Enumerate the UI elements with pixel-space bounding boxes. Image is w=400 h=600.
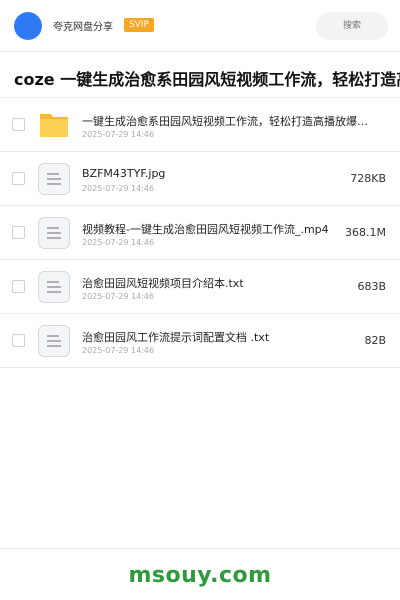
svip-badge: SVIP <box>124 18 154 32</box>
item-date: 2025-07-29 14:46 <box>82 238 155 247</box>
item-name: 治愈田园风工作流提示词配置文档 .txt <box>82 331 270 344</box>
item-date: 2025-07-29 14:46 <box>82 346 155 355</box>
folder-icon <box>38 109 70 141</box>
item-name: BZFM43TYF.jpg <box>82 167 166 180</box>
row-checkbox[interactable] <box>12 334 25 347</box>
footer: msouy.com <box>0 548 400 600</box>
item-name: 治愈田园风短视频项目介绍本.txt <box>82 277 244 290</box>
item-size: 82B <box>364 334 386 347</box>
search-input[interactable] <box>316 12 388 40</box>
item-date: 2025-07-29 14:46 <box>82 292 155 301</box>
item-size: 368.1M <box>345 226 386 239</box>
file-icon <box>38 271 70 303</box>
item-date: 2025-07-29 14:46 <box>82 184 155 193</box>
item-size: 683B <box>357 280 386 293</box>
file-icon <box>38 217 70 249</box>
avatar[interactable] <box>14 12 42 40</box>
item-name: 视频教程-一键生成治愈田园风短视频工作流_.mp4 <box>82 223 329 236</box>
list-item[interactable]: BZFM43TYF.jpg 2025-07-29 14:46 728KB <box>0 152 400 206</box>
list-item[interactable]: 治愈田园风短视频项目介绍本.txt 2025-07-29 14:46 683B <box>0 260 400 314</box>
row-checkbox[interactable] <box>12 226 25 239</box>
app-name: 夸克网盘分享 <box>53 22 113 33</box>
file-list: 一键生成治愈系田园风短视频工作流，轻松打造高播放爆… 2025-07-29 14… <box>0 98 400 368</box>
list-item[interactable]: 视频教程-一键生成治愈田园风短视频工作流_.mp4 2025-07-29 14:… <box>0 206 400 260</box>
page-title: coze 一键生成治愈系田园风短视频工作流，轻松打造高播放 <box>14 70 400 89</box>
list-item[interactable]: 治愈田园风工作流提示词配置文档 .txt 2025-07-29 14:46 82… <box>0 314 400 368</box>
row-checkbox[interactable] <box>12 280 25 293</box>
file-icon <box>38 163 70 195</box>
item-name: 一键生成治愈系田园风短视频工作流，轻松打造高播放爆… <box>82 115 368 128</box>
row-checkbox[interactable] <box>12 172 25 185</box>
file-icon <box>38 325 70 357</box>
item-size: 728KB <box>350 172 386 185</box>
item-date: 2025-07-29 14:46 <box>82 130 155 139</box>
row-checkbox[interactable] <box>12 118 25 131</box>
top-bar: 夸克网盘分享 SVIP <box>0 0 400 52</box>
watermark-text: msouy.com <box>128 563 272 588</box>
title-row: coze 一键生成治愈系田园风短视频工作流，轻松打造高播放 <box>0 52 400 98</box>
list-item[interactable]: 一键生成治愈系田园风短视频工作流，轻松打造高播放爆… 2025-07-29 14… <box>0 98 400 152</box>
share-page: 夸克网盘分享 SVIP coze 一键生成治愈系田园风短视频工作流，轻松打造高播… <box>0 0 400 600</box>
